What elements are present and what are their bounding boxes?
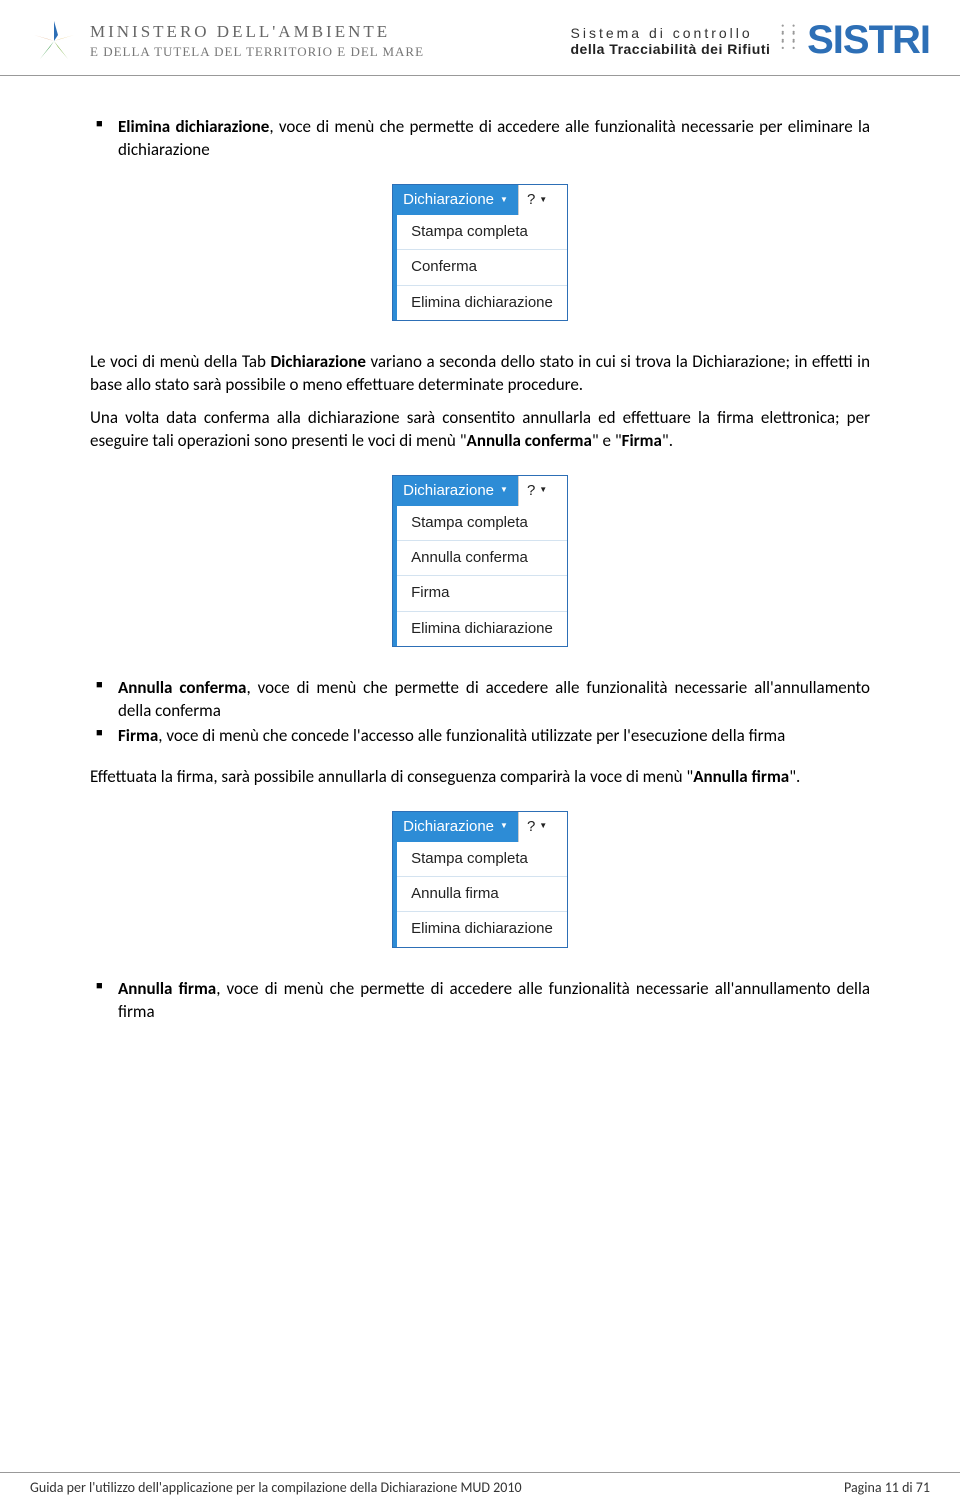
ministry-line1: MINISTERO DELL'AMBIENTE bbox=[90, 22, 424, 42]
bullet-annulla-firma: Annulla firma, voce di menù che permette… bbox=[118, 978, 870, 1024]
help-label: ? bbox=[527, 817, 535, 837]
chevron-down-icon: ▼ bbox=[539, 485, 547, 496]
menu-tab-label: Dichiarazione bbox=[403, 190, 494, 210]
sistri-sub2: della Tracciabilità dei Rifiuti bbox=[571, 41, 771, 57]
bold: Annulla conferma bbox=[467, 430, 592, 451]
paragraph-annulla-firma: Effettuata la firma, sarà possibile annu… bbox=[90, 766, 870, 789]
bullet-text: , voce di menù che concede l'accesso all… bbox=[158, 725, 785, 746]
star-logo-icon bbox=[30, 17, 78, 65]
menu-item[interactable]: Stampa completa bbox=[397, 215, 567, 249]
ministry-line2: E DELLA TUTELA DEL TERRITORIO E DEL MARE bbox=[90, 44, 424, 60]
menu-screenshot-2: Dichiarazione ▼ ? ▼ Stampa completa Annu… bbox=[90, 465, 870, 657]
menu-item[interactable]: Stampa completa bbox=[397, 506, 567, 540]
header-left: MINISTERO DELL'AMBIENTE E DELLA TUTELA D… bbox=[30, 17, 424, 65]
header-right: Sistema di controllo della Tracciabilità… bbox=[571, 18, 931, 63]
sistri-logo: SISTRI bbox=[807, 18, 930, 63]
bullet-bold: Annulla conferma bbox=[118, 677, 246, 698]
menu-tab-dichiarazione[interactable]: Dichiarazione ▼ bbox=[393, 812, 518, 842]
help-label: ? bbox=[527, 190, 535, 210]
menu-tab-label: Dichiarazione bbox=[403, 481, 494, 501]
paragraph-vary: Le voci di menù della Tab Dichiarazione … bbox=[90, 351, 870, 397]
menu-screenshot-3: Dichiarazione ▼ ? ▼ Stampa completa Annu… bbox=[90, 801, 870, 958]
chevron-down-icon: ▼ bbox=[539, 821, 547, 832]
text: ". bbox=[662, 430, 673, 451]
bullet-list-3: Annulla firma, voce di menù che permette… bbox=[90, 978, 870, 1024]
menu-item[interactable]: Conferma bbox=[397, 249, 567, 284]
ministry-text: MINISTERO DELL'AMBIENTE E DELLA TUTELA D… bbox=[90, 22, 424, 60]
help-label: ? bbox=[527, 481, 535, 501]
menu-items: Stampa completa Conferma Elimina dichiar… bbox=[393, 215, 567, 320]
sistri-subtitle: Sistema di controllo della Tracciabilità… bbox=[571, 25, 771, 57]
chevron-down-icon: ▼ bbox=[500, 821, 508, 832]
chevron-down-icon: ▼ bbox=[539, 195, 547, 206]
bullet-annulla-conferma: Annulla conferma, voce di menù che perme… bbox=[118, 677, 870, 723]
bold: Annulla firma bbox=[693, 766, 789, 787]
page-content: Elimina dichiarazione , voce di menù che … bbox=[0, 76, 960, 1046]
bullet-elimina-dichiarazione: Elimina dichiarazione, voce di menù che … bbox=[118, 116, 870, 162]
menu-item[interactable]: Annulla conferma bbox=[397, 540, 567, 575]
footer-left: Guida per l'utilizzo dell'applicazione p… bbox=[30, 1479, 522, 1496]
text: ". bbox=[789, 766, 800, 787]
menu-item[interactable]: Elimina dichiarazione bbox=[397, 285, 567, 320]
text: Effettuata la firma, sarà possibile annu… bbox=[90, 766, 693, 787]
bullet-bold: Elimina dichiarazione bbox=[118, 116, 269, 137]
menu-items: Stampa completa Annulla conferma Firma E… bbox=[393, 506, 567, 646]
menu-tab-help[interactable]: ? ▼ bbox=[518, 185, 555, 215]
chevron-down-icon: ▼ bbox=[500, 195, 508, 206]
menu-item[interactable]: Firma bbox=[397, 575, 567, 610]
bold: Dichiarazione bbox=[270, 351, 366, 372]
menu-tab-dichiarazione[interactable]: Dichiarazione ▼ bbox=[393, 476, 518, 506]
footer-right: Pagina 11 di 71 bbox=[844, 1479, 930, 1496]
menu-item[interactable]: Elimina dichiarazione bbox=[397, 911, 567, 946]
page-header: MINISTERO DELL'AMBIENTE E DELLA TUTELA D… bbox=[0, 0, 960, 76]
bullet-firma: Firma, voce di menù che concede l'access… bbox=[118, 725, 870, 748]
menu-items: Stampa completa Annulla firma Elimina di… bbox=[393, 842, 567, 947]
text: Le voci di menù della Tab bbox=[90, 351, 270, 372]
paragraph-conferma: Una volta data conferma alla dichiarazio… bbox=[90, 407, 870, 453]
sistri-dots-icon: : :: :: : bbox=[780, 23, 797, 47]
menu-item[interactable]: Elimina dichiarazione bbox=[397, 611, 567, 646]
menu-item[interactable]: Annulla firma bbox=[397, 876, 567, 911]
menu-item[interactable]: Stampa completa bbox=[397, 842, 567, 876]
text: " e " bbox=[592, 430, 622, 451]
bullet-text: , voce di menù che permette di accedere … bbox=[118, 978, 870, 1022]
chevron-down-icon: ▼ bbox=[500, 485, 508, 496]
menu-screenshot-1: Dichiarazione ▼ ? ▼ Stampa completa Conf… bbox=[90, 174, 870, 331]
page-footer: Guida per l'utilizzo dell'applicazione p… bbox=[0, 1472, 960, 1506]
bullet-bold: Firma bbox=[118, 725, 158, 746]
menu-tab-help[interactable]: ? ▼ bbox=[518, 476, 555, 506]
bold: Firma bbox=[622, 430, 662, 451]
bullet-list-2: Annulla conferma, voce di menù che perme… bbox=[90, 677, 870, 748]
menu-tab-label: Dichiarazione bbox=[403, 817, 494, 837]
sistri-sub1: Sistema di controllo bbox=[571, 25, 771, 41]
menu-tab-dichiarazione[interactable]: Dichiarazione ▼ bbox=[393, 185, 518, 215]
menu-tab-help[interactable]: ? ▼ bbox=[518, 812, 555, 842]
bullet-bold: Annulla firma bbox=[118, 978, 216, 999]
bullet-list-1: Elimina dichiarazione, voce di menù che … bbox=[90, 116, 870, 162]
